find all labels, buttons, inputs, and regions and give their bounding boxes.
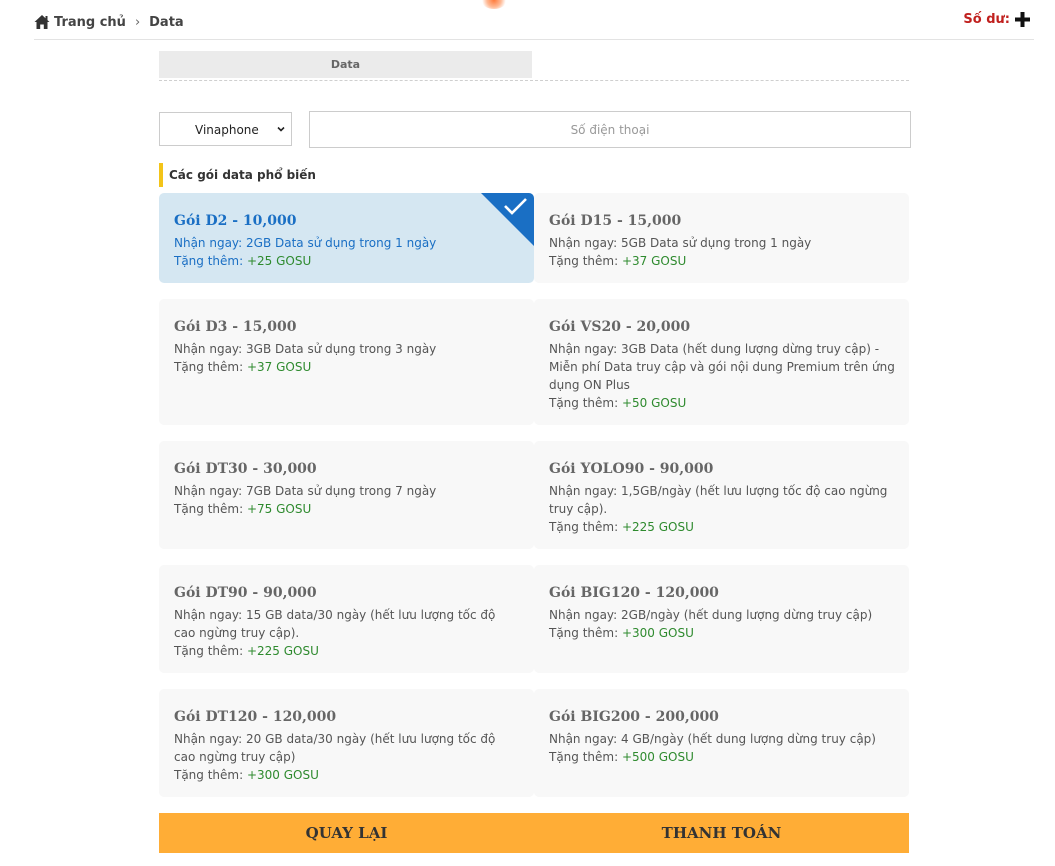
bonus-value: +37 GOSU (621, 254, 687, 268)
package-desc: Nhận ngay: 1,5GB/ngày (hết lưu lượng tốc… (549, 484, 888, 516)
package-desc: Nhận ngay: 5GB Data sử dụng trong 1 ngày (549, 236, 812, 250)
package-bonus: Tặng thêm: +500 GOSU (549, 748, 895, 766)
package-bonus: Tặng thêm: +25 GOSU (174, 252, 520, 270)
bonus-label: Tặng thêm: (549, 750, 619, 764)
bonus-value: +75 GOSU (246, 502, 312, 516)
breadcrumb-current: Data (149, 14, 184, 30)
package-title: Gói D2 - 10,000 (174, 213, 297, 229)
chevron-down-icon (277, 126, 285, 132)
package-desc: Nhận ngay: 3GB Data sử dụng trong 3 ngày (174, 342, 437, 356)
bonus-label: Tặng thêm: (174, 644, 244, 658)
plus-icon[interactable] (1015, 12, 1030, 27)
balance: Số dư: (963, 12, 1030, 27)
top-bar: Trang chủ › Data Số dư: (34, 0, 1034, 40)
action-bar: QUAY LẠI THANH TOÁN (159, 813, 909, 853)
package-desc: Nhận ngay: 2GB Data sử dụng trong 1 ngày (174, 236, 437, 250)
package-title: Gói BIG200 - 200,000 (549, 709, 719, 725)
package-bonus: Tặng thêm: +225 GOSU (174, 642, 520, 660)
bonus-label: Tặng thêm: (174, 254, 244, 268)
bonus-value: +225 GOSU (621, 520, 694, 534)
package-bonus: Tặng thêm: +300 GOSU (549, 624, 895, 642)
bonus-label: Tặng thêm: (549, 396, 619, 410)
pay-button[interactable]: THANH TOÁN (534, 813, 909, 853)
chevron-right-icon: › (134, 14, 141, 30)
package-card-vs20[interactable]: Gói VS20 - 20,000 Nhận ngay: 3GB Data (h… (534, 299, 909, 425)
back-button[interactable]: QUAY LẠI (159, 813, 534, 853)
package-title: Gói BIG120 - 120,000 (549, 585, 719, 601)
bonus-value: +50 GOSU (621, 396, 687, 410)
package-title: Gói D15 - 15,000 (549, 213, 682, 229)
bonus-value: +225 GOSU (246, 644, 319, 658)
package-bonus: Tặng thêm: +37 GOSU (174, 358, 520, 376)
home-icon[interactable] (34, 14, 50, 30)
package-desc: Nhận ngay: 15 GB data/30 ngày (hết lưu l… (174, 608, 496, 640)
package-title: Gói DT90 - 90,000 (174, 585, 317, 601)
bonus-value: +300 GOSU (246, 768, 319, 782)
package-bonus: Tặng thêm: +300 GOSU (174, 766, 520, 784)
bonus-label: Tặng thêm: (174, 360, 244, 374)
bonus-label: Tặng thêm: (174, 768, 244, 782)
bonus-value: +500 GOSU (621, 750, 694, 764)
bonus-label: Tặng thêm: (174, 502, 244, 516)
package-bonus: Tặng thêm: +225 GOSU (549, 518, 895, 536)
package-card-big120[interactable]: Gói BIG120 - 120,000 Nhận ngay: 2GB/ngày… (534, 565, 909, 673)
package-desc: Nhận ngay: 2GB/ngày (hết dung lượng dừng… (549, 608, 873, 622)
bonus-label: Tặng thêm: (549, 626, 619, 640)
package-card-dt120[interactable]: Gói DT120 - 120,000 Nhận ngay: 20 GB dat… (159, 689, 534, 797)
package-title: Gói DT120 - 120,000 (174, 709, 337, 725)
package-desc: Nhận ngay: 4 GB/ngày (hết dung lượng dừn… (549, 732, 876, 746)
section-title: Các gói data phổ biến (159, 163, 316, 187)
bonus-label: Tặng thêm: (549, 520, 619, 534)
package-title: Gói DT30 - 30,000 (174, 461, 317, 477)
tab-row: Data (159, 51, 909, 81)
carrier-selected-value: Vinaphone (195, 123, 259, 137)
tab-data[interactable]: Data (159, 51, 532, 78)
package-card-d2[interactable]: Gói D2 - 10,000 Nhận ngay: 2GB Data sử d… (159, 193, 534, 283)
package-bonus: Tặng thêm: +50 GOSU (549, 394, 895, 412)
package-desc: Nhận ngay: 3GB Data (hết dung lượng dừng… (549, 342, 895, 392)
package-card-big200[interactable]: Gói BIG200 - 200,000 Nhận ngay: 4 GB/ngà… (534, 689, 909, 797)
package-desc: Nhận ngay: 20 GB data/30 ngày (hết lưu l… (174, 732, 496, 764)
bonus-label: Tặng thêm: (549, 254, 619, 268)
breadcrumb-home-link[interactable]: Trang chủ (54, 15, 126, 30)
carrier-select[interactable]: Vinaphone (159, 112, 292, 146)
bonus-value: +25 GOSU (246, 254, 312, 268)
breadcrumb: Trang chủ › Data (34, 12, 184, 32)
balance-label: Số dư: (963, 12, 1010, 27)
package-title: Gói D3 - 15,000 (174, 319, 297, 335)
checkmark-icon (481, 193, 534, 246)
package-bonus: Tặng thêm: +37 GOSU (549, 252, 895, 270)
package-bonus: Tặng thêm: +75 GOSU (174, 500, 520, 518)
bonus-value: +300 GOSU (621, 626, 694, 640)
package-card-d3[interactable]: Gói D3 - 15,000 Nhận ngay: 3GB Data sử d… (159, 299, 534, 425)
package-title: Gói VS20 - 20,000 (549, 319, 691, 335)
package-card-dt30[interactable]: Gói DT30 - 30,000 Nhận ngay: 7GB Data sử… (159, 441, 534, 549)
package-title: Gói YOLO90 - 90,000 (549, 461, 714, 477)
package-card-dt90[interactable]: Gói DT90 - 90,000 Nhận ngay: 15 GB data/… (159, 565, 534, 673)
package-card-yolo90[interactable]: Gói YOLO90 - 90,000 Nhận ngay: 1,5GB/ngà… (534, 441, 909, 549)
package-card-d15[interactable]: Gói D15 - 15,000 Nhận ngay: 5GB Data sử … (534, 193, 909, 283)
bonus-value: +37 GOSU (246, 360, 312, 374)
package-desc: Nhận ngay: 7GB Data sử dụng trong 7 ngày (174, 484, 437, 498)
phone-input[interactable] (309, 111, 911, 148)
